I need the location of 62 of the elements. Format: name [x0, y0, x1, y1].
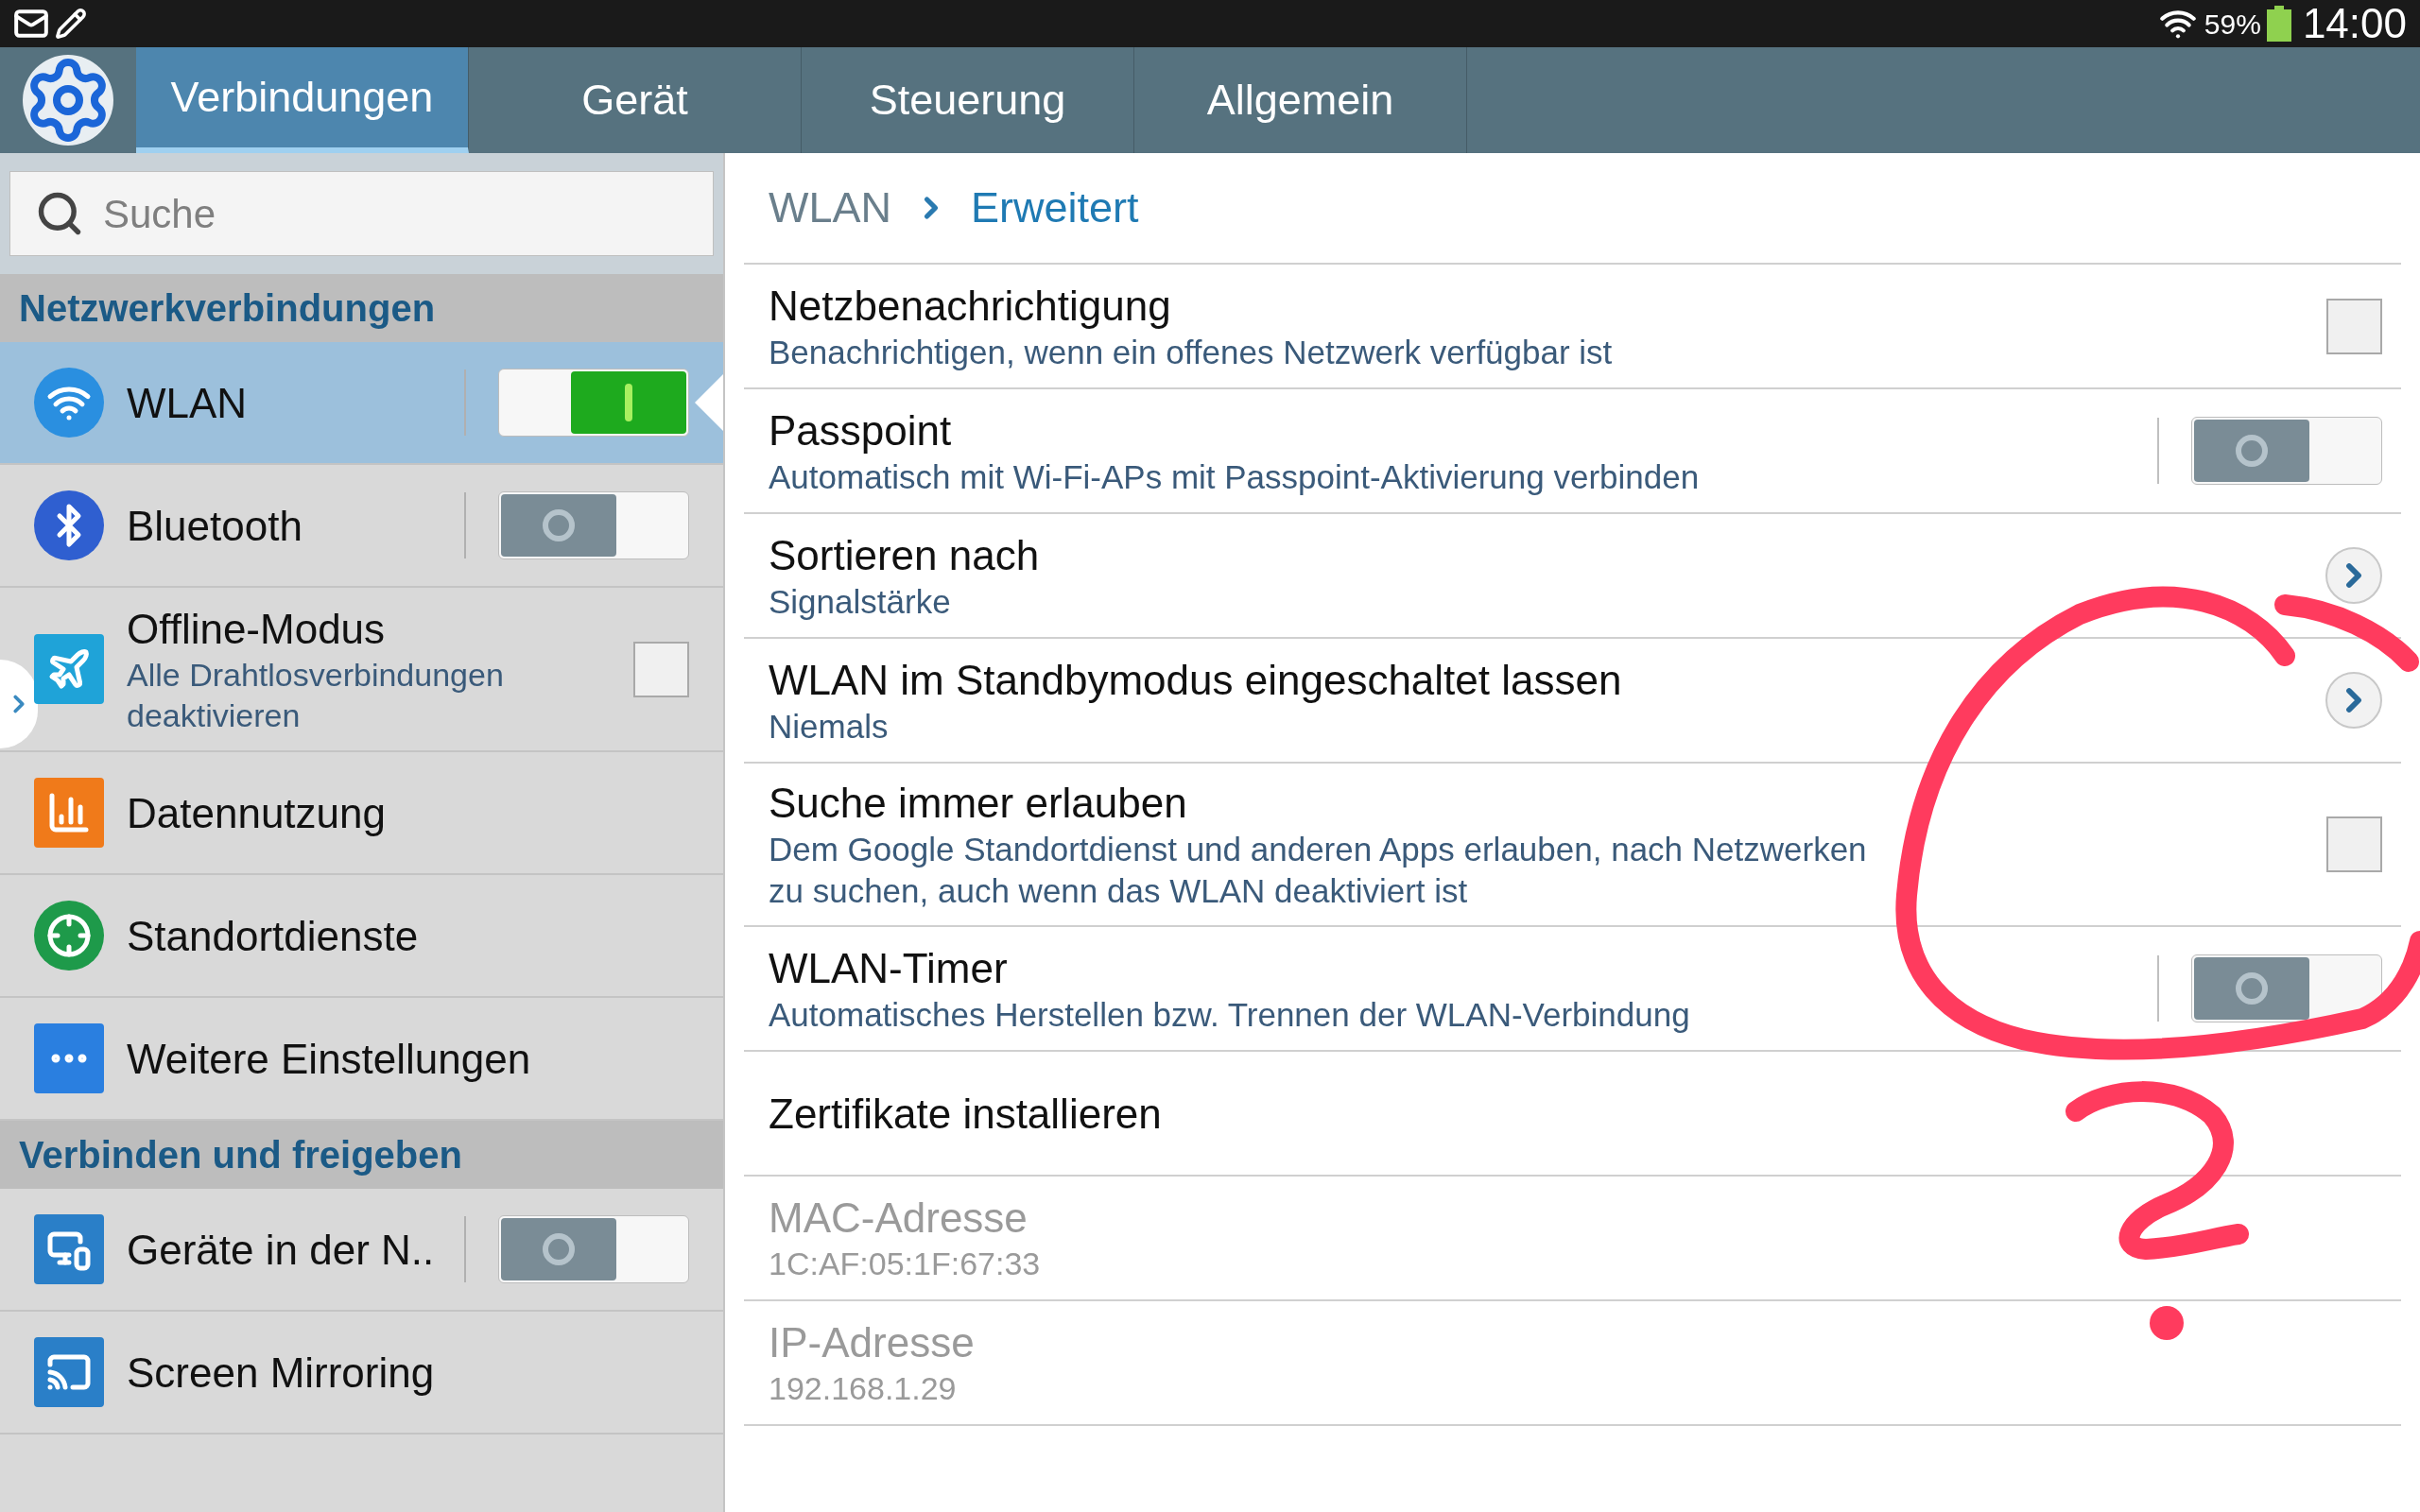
setting-row[interactable]: Netzbenachrichtigung Benachrichtigen, wenn ein offenes Netzwerk verfügbar ist	[744, 265, 2401, 389]
checkbox[interactable]	[2326, 816, 2382, 872]
airplane-icon	[34, 634, 104, 704]
toggle-switch[interactable]	[498, 1215, 689, 1283]
item-title: Standortdienste	[127, 911, 420, 961]
toggle-switch[interactable]	[498, 369, 689, 437]
section-header: Netzwerkverbindungen	[0, 274, 723, 342]
sidebar-item[interactable]: WLAN	[0, 342, 723, 465]
chevron-button[interactable]	[2325, 672, 2382, 729]
setting-subtitle: Automatisches Herstellen bzw. Trennen der WLAN-Verbindung	[769, 994, 1691, 1035]
checkbox[interactable]	[633, 641, 689, 697]
setting-subtitle: Benachrichtigen, wenn ein offenes Netzwerk verfügbar ist	[769, 332, 1614, 372]
tab[interactable]: Verbindungen	[136, 47, 469, 153]
devices-icon	[34, 1214, 104, 1284]
chevron-button[interactable]	[2325, 547, 2382, 604]
setting-subtitle: Signalstärke	[769, 581, 952, 622]
setting-title: Passpoint	[769, 405, 953, 455]
setting-title: Suche immer erlauben	[769, 779, 1188, 829]
breadcrumb-link[interactable]: WLAN	[769, 176, 891, 240]
pencil-icon	[55, 8, 87, 40]
more-icon	[34, 1023, 104, 1093]
setting-title: WLAN-Timer	[769, 943, 1009, 993]
tab[interactable]: Allgemein	[1134, 47, 1467, 153]
setting-title: IP-Adresse	[769, 1318, 976, 1368]
setting-title: Netzbenachrichtigung	[769, 281, 1172, 331]
item-title: Geräte in der N..	[127, 1225, 436, 1275]
toggle-switch[interactable]	[2191, 417, 2382, 485]
toggle-switch[interactable]	[2191, 954, 2382, 1022]
setting-row[interactable]: Zertifikate installieren	[744, 1052, 2401, 1177]
battery-icon	[2266, 6, 2291, 42]
item-title: WLAN	[127, 378, 249, 428]
setting-row[interactable]: WLAN-Timer Automatisches Herstellen bzw. Trennen der WLAN-Verbindung	[744, 927, 2401, 1052]
item-subtitle: Alle Drahtlosverbindungen deaktivieren	[127, 656, 505, 735]
bar-chart-icon	[34, 778, 104, 848]
setting-row[interactable]: Sortieren nach Signalstärke	[744, 514, 2401, 639]
setting-subtitle: Niemals	[769, 706, 890, 747]
setting-row[interactable]: Suche immer erlauben Dem Google Standortdienst und anderen Apps erlauben, nach Netzwerken zu suchen, auch wenn das WLAN deaktiviert ist	[744, 764, 2401, 927]
setting-title: WLAN im Standbymodus eingeschaltet lassen	[769, 655, 1623, 705]
setting-subtitle: Dem Google Standortdienst und anderen Apps erlauben, nach Netzwerken zu suchen, auch wenn das WLAN deaktiviert ist	[769, 830, 1868, 911]
screen-mirroring-icon	[34, 1337, 104, 1407]
setting-row[interactable]: Passpoint Automatisch mit Wi-Fi-APs mit Passpoint-Aktivierung verbinden	[744, 389, 2401, 514]
section-header: Verbinden und freigeben	[0, 1121, 723, 1189]
toggle-switch[interactable]	[498, 491, 689, 559]
search-field[interactable]: Suche	[9, 171, 714, 256]
setting-title: Zertifikate installieren	[769, 1089, 1163, 1139]
item-title: Bluetooth	[127, 501, 303, 551]
battery-level: 59%	[2204, 7, 2261, 42]
checkbox[interactable]	[2326, 298, 2382, 354]
item-title: Datennutzung	[127, 788, 387, 838]
setting-subtitle: 1C:AF:05:1F:67:33	[769, 1245, 1042, 1284]
breadcrumb-current: Erweitert	[971, 182, 1139, 234]
item-title: Weitere Einstellungen	[127, 1034, 532, 1084]
item-title: Screen Mirroring	[127, 1348, 436, 1398]
setting-subtitle: 192.168.1.29	[769, 1369, 958, 1409]
setting-subtitle: Automatisch mit Wi-Fi-APs mit Passpoint-Aktivierung verbinden	[769, 456, 1701, 497]
item-title: Offline-Modus	[127, 605, 387, 654]
selection-pointer	[695, 374, 723, 431]
setting-title: Sortieren nach	[769, 530, 1041, 580]
clock: 14:00	[2302, 0, 2407, 48]
tab[interactable]: Steuerung	[802, 47, 1134, 153]
setting-row[interactable]: WLAN im Standbymodus eingeschaltet lassen Niemals	[744, 639, 2401, 764]
setting-title: MAC-Adresse	[769, 1194, 1028, 1244]
